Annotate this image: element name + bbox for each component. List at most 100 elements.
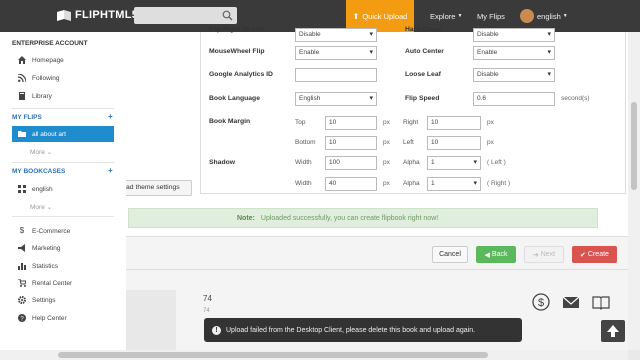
- sidebar-item-help-center[interactable]: ? Help Center: [12, 310, 114, 326]
- logo-mark-icon: [57, 9, 71, 21]
- scrollbar-thumb[interactable]: [58, 352, 488, 358]
- loose-leaf-select[interactable]: Disable: [473, 68, 555, 82]
- bookcases-more-link[interactable]: More ⌄: [30, 203, 52, 211]
- sidebar-item-statistics[interactable]: Statistics: [12, 258, 114, 274]
- hard-cover-select[interactable]: Disable: [473, 28, 555, 42]
- back-label: Back: [491, 251, 508, 258]
- user-language-label: english: [537, 11, 561, 21]
- auto-center-select[interactable]: Enable: [473, 46, 555, 60]
- margin-bottom-input[interactable]: 10: [325, 136, 377, 150]
- scrollbar-thumb[interactable]: [631, 102, 637, 190]
- add-flip-button[interactable]: +: [108, 112, 113, 121]
- margin-top-input[interactable]: 10: [325, 116, 377, 130]
- chevron-down-icon: ⌄: [46, 204, 53, 211]
- cancel-button[interactable]: Cancel: [432, 246, 468, 263]
- margin-left-label: Left: [403, 139, 414, 146]
- scroll-to-top-button[interactable]: [601, 320, 625, 342]
- logo-text: FLIPHTML5: [75, 9, 139, 21]
- chevron-down-icon: ⌄: [46, 149, 53, 156]
- sidebar-item-label: Settings: [32, 296, 56, 304]
- horizontal-scrollbar[interactable]: [0, 350, 628, 360]
- auto-center-label: Auto Center: [405, 48, 444, 55]
- shadow-right-side-label: ( Right ): [487, 180, 511, 187]
- sidebar-heading-my-bookcases: MY BOOKCASES: [12, 168, 66, 175]
- flip-speed-unit: second(s): [561, 95, 590, 102]
- sidebar-item-label: Following: [32, 74, 60, 82]
- search-input[interactable]: [134, 7, 237, 24]
- shadow-label: Shadow: [209, 159, 236, 166]
- folder-icon: [18, 131, 26, 137]
- book-thumbnail[interactable]: [126, 290, 176, 350]
- home-icon: [18, 56, 26, 64]
- sidebar-item-english[interactable]: english: [12, 181, 114, 197]
- dollar-icon: $: [19, 226, 25, 235]
- book-language-select[interactable]: English: [295, 92, 377, 106]
- sidebar-item-rental-center[interactable]: Rental Center: [12, 275, 114, 291]
- margin-left-input[interactable]: 10: [427, 136, 481, 150]
- book-subtitle: 74: [203, 308, 210, 314]
- next-label: Next: [540, 251, 556, 258]
- gear-icon: [18, 296, 26, 304]
- explore-label: Explore: [430, 11, 456, 21]
- px-unit: px: [383, 180, 390, 187]
- sidebar-item-all-about-art[interactable]: all about art: [12, 126, 114, 142]
- sidebar-item-following[interactable]: Following: [12, 70, 114, 86]
- sidebar-item-label: E-Commerce: [32, 227, 71, 235]
- google-analytics-input[interactable]: [295, 68, 377, 82]
- svg-text:$: $: [538, 297, 544, 309]
- main-content: Flip Right To Left Disable Hard Cover Di…: [126, 26, 628, 350]
- shadow-width-left-input[interactable]: 100: [325, 156, 377, 170]
- dollar-icon[interactable]: $: [532, 293, 550, 311]
- vertical-scrollbar[interactable]: [628, 32, 640, 350]
- search-icon[interactable]: [222, 10, 233, 21]
- sidebar-item-homepage[interactable]: Homepage: [12, 52, 114, 68]
- sidebar-item-settings[interactable]: Settings: [12, 292, 114, 308]
- sidebar-item-marketing[interactable]: Marketing: [12, 240, 114, 256]
- px-unit: px: [383, 159, 390, 166]
- shadow-alpha-left-label: Alpha: [403, 159, 420, 166]
- info-icon: !: [212, 325, 221, 335]
- book-title[interactable]: 74: [203, 294, 212, 303]
- shadow-alpha-right-select[interactable]: 1: [427, 177, 481, 191]
- arrow-up-icon: [607, 325, 619, 337]
- next-button[interactable]: ➔ Next: [524, 246, 564, 263]
- success-note: Note: Uploaded successfully, you can cre…: [128, 208, 598, 228]
- envelope-icon[interactable]: [562, 293, 580, 311]
- margin-right-input[interactable]: 10: [427, 116, 481, 130]
- fliphtml5-logo[interactable]: FLIPHTML5: [56, 9, 138, 21]
- shadow-alpha-left-select[interactable]: 1: [427, 156, 481, 170]
- more-label: More: [30, 204, 45, 211]
- flip-speed-input[interactable]: 0.6: [473, 92, 555, 106]
- sidebar-heading-account: ENTERPRISE ACCOUNT: [12, 40, 88, 47]
- shadow-width-right-label: Width: [295, 180, 312, 187]
- load-theme-settings-button[interactable]: ad theme settings: [126, 180, 192, 196]
- open-book-icon[interactable]: [592, 293, 610, 311]
- px-unit: px: [383, 139, 390, 146]
- create-label: Create: [587, 251, 609, 258]
- add-bookcase-button[interactable]: +: [108, 166, 113, 175]
- mousewheel-flip-select[interactable]: Enable: [295, 46, 377, 60]
- px-unit: px: [487, 139, 494, 146]
- book-icon: [19, 92, 25, 100]
- quick-upload-label: Quick Upload: [362, 11, 408, 21]
- px-unit: px: [383, 119, 390, 126]
- book-language-label: Book Language: [209, 95, 260, 102]
- shadow-width-right-input[interactable]: 40: [325, 177, 377, 191]
- sidebar-item-label: Homepage: [32, 56, 64, 64]
- flips-more-link[interactable]: More ⌄: [30, 148, 52, 156]
- sidebar-item-label: Help Center: [32, 314, 67, 322]
- shadow-alpha-right-label: Alpha: [403, 180, 420, 187]
- action-bar: Cancel ◀ Back ➔ Next ✔ Create: [126, 236, 628, 270]
- bar-chart-icon: [18, 263, 26, 270]
- back-button[interactable]: ◀ Back: [476, 246, 516, 263]
- px-unit: px: [487, 119, 494, 126]
- create-button[interactable]: ✔ Create: [572, 246, 617, 263]
- sidebar-item-library[interactable]: Library: [12, 88, 114, 104]
- toast-text: Upload failed from the Desktop Client, p…: [226, 326, 476, 334]
- bullhorn-icon: [18, 244, 25, 252]
- book-margin-label: Book Margin: [209, 118, 251, 125]
- flip-rtl-select[interactable]: Disable: [295, 28, 377, 42]
- question-icon: ?: [18, 314, 26, 322]
- back-arrow-icon: ◀: [484, 251, 490, 259]
- sidebar-item-e-commerce[interactable]: $ E-Commerce: [12, 223, 114, 239]
